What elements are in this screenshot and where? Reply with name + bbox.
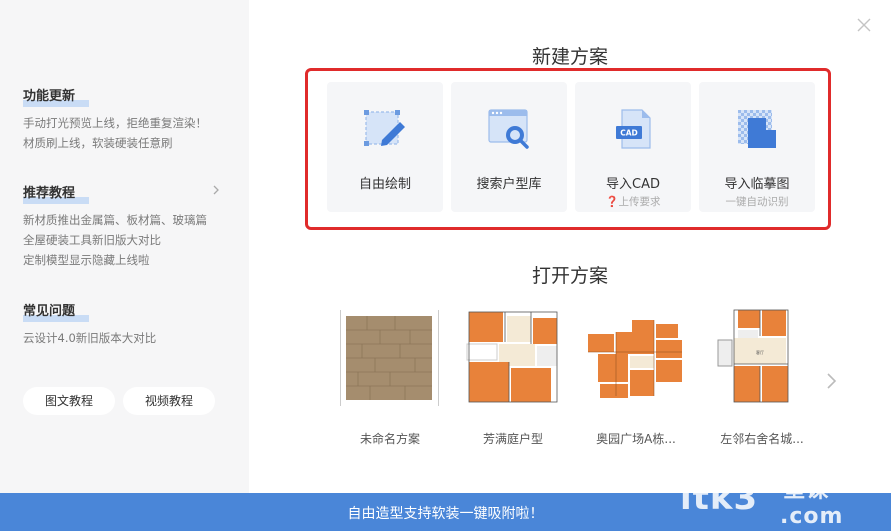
import-trace-card[interactable]: 导入临摹图 一键自动识别 bbox=[699, 82, 815, 212]
floorplan-thumbnail: 客厅 bbox=[712, 306, 812, 410]
import-cad-card[interactable]: CAD 导入CAD ❓上传要求 bbox=[575, 82, 691, 212]
graphic-tutorial-button[interactable]: 图文教程 bbox=[23, 387, 115, 415]
free-draw-label: 自由绘制 bbox=[358, 177, 411, 192]
close-icon[interactable] bbox=[855, 16, 873, 34]
plan-label: 未命名方案 bbox=[359, 432, 420, 446]
features-title[interactable]: 功能更新 bbox=[23, 85, 89, 104]
cad-file-icon: CAD bbox=[608, 104, 658, 154]
video-tutorial-button[interactable]: 视频教程 bbox=[123, 387, 215, 415]
new-plan-title: 新建方案 bbox=[531, 46, 608, 68]
floor-texture-thumbnail bbox=[340, 306, 440, 410]
pencil-draw-icon bbox=[360, 104, 410, 154]
features-item-1[interactable]: 手动打光预览上线，拒绝重复渲染！ bbox=[23, 113, 207, 133]
sidebar: 功能更新 手动打光预览上线，拒绝重复渲染！ 材质刷上线，软装硬装任意刷 推荐教程… bbox=[0, 0, 249, 493]
plan-item[interactable]: 芳满庭户型 bbox=[463, 306, 563, 446]
floorplan-thumbnail bbox=[586, 306, 686, 410]
chevron-right-icon[interactable] bbox=[209, 183, 223, 197]
open-plan-title: 打开方案 bbox=[531, 265, 608, 287]
svg-text:CAD: CAD bbox=[620, 129, 638, 138]
svg-text:客厅: 客厅 bbox=[756, 349, 764, 355]
plan-label: 奥园广场A栋... bbox=[596, 432, 676, 446]
plan-item[interactable]: 未命名方案 bbox=[340, 306, 440, 446]
search-floorplan-label: 搜索户型库 bbox=[476, 177, 542, 192]
watermark-text: itk3 bbox=[680, 478, 759, 518]
watermark-cn: 一堂课 bbox=[760, 478, 830, 503]
search-floorplan-card[interactable]: 搜索户型库 bbox=[451, 82, 567, 212]
floorplan-thumbnail bbox=[463, 306, 563, 410]
search-floorplan-icon bbox=[484, 104, 534, 154]
import-trace-label: 导入临摹图 bbox=[724, 177, 790, 192]
tutorials-item-1[interactable]: 新材质推出金属篇、板材篇、玻璃篇 bbox=[23, 210, 207, 230]
plan-item[interactable]: 奥园广场A栋... bbox=[586, 306, 686, 446]
plan-label: 左邻右舍名城... bbox=[720, 432, 804, 446]
auto-recognize-hint: 一键自动识别 bbox=[725, 196, 789, 208]
plan-item[interactable]: 客厅 左邻右舍名城... bbox=[712, 306, 812, 446]
trace-image-icon bbox=[732, 104, 782, 154]
chevron-right-icon[interactable] bbox=[822, 370, 840, 392]
faq-item-1[interactable]: 云设计4.0新旧版本大对比 bbox=[23, 328, 156, 348]
watermark-logo: itk3一堂课 .com bbox=[680, 478, 842, 529]
features-item-2[interactable]: 材质刷上线，软装硬装任意刷 bbox=[23, 133, 173, 153]
watermark-com: .com bbox=[780, 504, 844, 529]
tutorials-title[interactable]: 推荐教程 bbox=[23, 182, 89, 201]
plan-label: 芳满庭户型 bbox=[482, 432, 543, 446]
faq-title[interactable]: 常见问题 bbox=[23, 300, 89, 319]
upload-requirements-link[interactable]: ❓上传要求 bbox=[575, 194, 691, 209]
free-draw-card[interactable]: 自由绘制 bbox=[327, 82, 443, 212]
tutorials-item-2[interactable]: 全屋硬装工具新旧版大对比 bbox=[23, 230, 161, 250]
import-cad-label: 导入CAD bbox=[606, 177, 660, 192]
